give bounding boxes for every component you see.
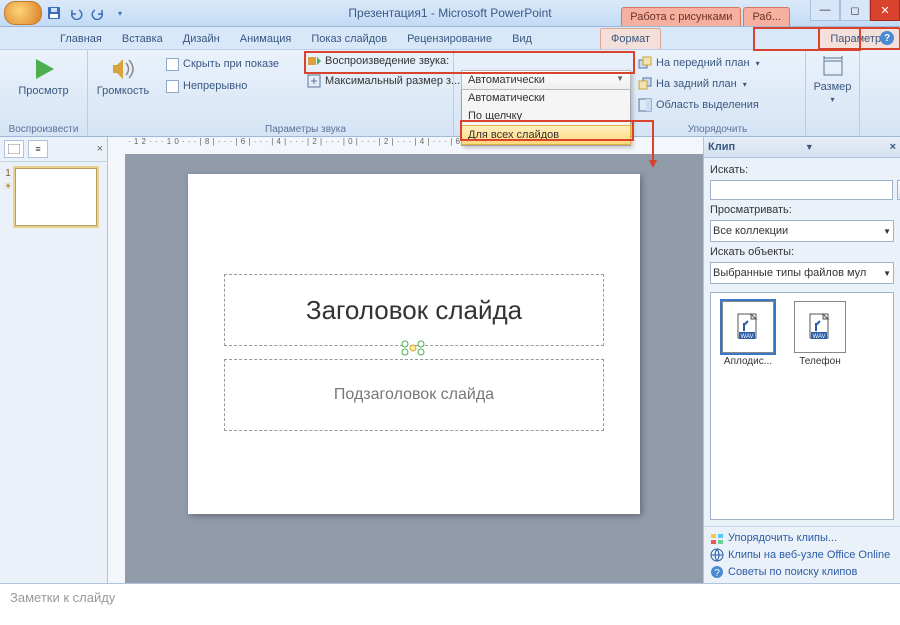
tab-slideshow[interactable]: Показ слайдов: [301, 29, 397, 49]
context-tab-group: Работа с рисунками Раб...: [621, 0, 790, 26]
ribbon: Просмотр Воспроизвести Громкость Скрыть …: [0, 50, 900, 137]
max-size-label: Максимальный размер з...: [325, 75, 460, 87]
group-sound-options: Скрыть при показе Непрерывно Параметры з…: [158, 50, 454, 136]
max-size-icon: [307, 74, 321, 88]
ribbon-tabs: Главная Вставка Дизайн Анимация Показ сл…: [0, 27, 900, 50]
help-small-icon: ?: [710, 565, 724, 579]
tab-animation[interactable]: Анимация: [230, 29, 302, 49]
preview-button[interactable]: Просмотр: [6, 52, 81, 100]
sound-play-icon: [307, 54, 321, 68]
svg-text:WAV: WAV: [741, 334, 754, 340]
sound-playback-dropdown: Автоматически▼ Автоматически По щелчку Д…: [461, 70, 631, 146]
tab-home[interactable]: Главная: [50, 29, 112, 49]
editor-area: ·12···10···|8|···|6|···|4|···|2|···|0|··…: [108, 137, 703, 583]
search-label: Искать:: [710, 164, 894, 176]
workspace: ≡ × 1 ☀ ·12···10···|8|···|6|···|4|···|2|…: [0, 137, 900, 583]
pane-header: Клип ▼ ×: [704, 137, 900, 158]
dropdown-selected[interactable]: Автоматически▼: [461, 70, 631, 90]
qat-more-button[interactable]: ▾: [110, 3, 130, 23]
size-icon: [821, 55, 845, 79]
group-play: Просмотр Воспроизвести: [0, 50, 88, 136]
window-buttons: — ◻ ✕: [810, 0, 900, 21]
context-tab-other[interactable]: Раб...: [743, 7, 790, 26]
office-button[interactable]: [4, 1, 42, 25]
maximize-button[interactable]: ◻: [840, 0, 870, 21]
view-select[interactable]: Все коллекции▼: [710, 220, 894, 242]
thumb-preview: [15, 168, 97, 226]
send-back-icon: [638, 77, 652, 91]
minimize-button[interactable]: —: [810, 0, 840, 21]
tab-format[interactable]: Формат: [600, 28, 661, 49]
speaker-icon: [109, 55, 137, 83]
context-tab-pictures[interactable]: Работа с рисунками: [621, 7, 741, 26]
thumb-number: 1: [5, 168, 11, 179]
tab-review[interactable]: Рецензирование: [397, 29, 502, 49]
bring-front-button[interactable]: На передний план▾: [636, 53, 799, 73]
dropdown-option-auto[interactable]: Автоматически: [462, 89, 630, 107]
pane-menu-icon[interactable]: ▼: [805, 142, 814, 152]
pane-links: Упорядочить клипы... Клипы на веб-узле O…: [704, 526, 900, 583]
thumb-sound-icon: ☀: [4, 181, 12, 192]
sound-playback-label: Воспроизведение звука:: [325, 55, 449, 67]
checkbox-icon: [166, 80, 179, 93]
group-arrange: На передний план▾ На задний план▾ Област…: [630, 50, 806, 136]
office-online-link[interactable]: Клипы на веб-узле Office Online: [710, 548, 894, 562]
selection-pane-icon: [638, 98, 652, 112]
subtitle-placeholder[interactable]: Подзаголовок слайда: [224, 359, 604, 431]
view-label: Просматривать:: [710, 204, 894, 216]
tab-insert[interactable]: Вставка: [112, 29, 173, 49]
outline-tab[interactable]: ≡: [28, 140, 48, 158]
group-volume: Громкость: [88, 50, 158, 136]
quick-access-toolbar: ▾: [0, 1, 130, 25]
wav-icon: WAV: [808, 313, 832, 341]
slides-panel-close[interactable]: ×: [97, 143, 103, 155]
help-icon[interactable]: ?: [880, 31, 894, 45]
size-button[interactable]: Размер ▾: [812, 52, 853, 107]
group-size: Размер ▾: [806, 50, 860, 136]
svg-text:?: ?: [714, 568, 720, 579]
notes-pane[interactable]: Заметки к слайду: [0, 583, 900, 625]
clip-art-pane: Клип ▼ × Искать: Начать Просматривать: В…: [703, 137, 900, 583]
dropdown-option-click[interactable]: По щелчку: [462, 107, 630, 125]
type-select[interactable]: Выбранные типы файлов мул▼: [710, 262, 894, 284]
volume-button[interactable]: Громкость: [94, 52, 152, 100]
clip-item[interactable]: WAV Телефон: [791, 301, 849, 367]
slide-thumbnail[interactable]: 1 ☀: [4, 168, 103, 226]
slides-panel: ≡ × 1 ☀: [0, 137, 108, 583]
slides-panel-tabs: ≡ ×: [0, 137, 107, 162]
window-title: Презентация1 - Microsoft PowerPoint: [348, 6, 551, 20]
selection-pane-button[interactable]: Область выделения: [636, 95, 799, 115]
type-label: Искать объекты:: [710, 246, 894, 258]
pane-close-button[interactable]: ×: [890, 141, 896, 153]
tab-design[interactable]: Дизайн: [173, 29, 230, 49]
pane-body: Искать: Начать Просматривать: Все коллек…: [704, 158, 900, 526]
bring-front-icon: [638, 56, 652, 70]
organize-clips-link[interactable]: Упорядочить клипы...: [710, 531, 894, 545]
checkbox-icon: [166, 58, 179, 71]
dropdown-option-allslides[interactable]: Для всех слайдов: [461, 125, 631, 145]
svg-text:WAV: WAV: [813, 334, 826, 340]
close-button[interactable]: ✕: [870, 0, 900, 21]
search-tips-link[interactable]: ?Советы по поиску клипов: [710, 565, 894, 579]
title-placeholder[interactable]: Заголовок слайда: [224, 274, 604, 346]
tab-view[interactable]: Вид: [502, 29, 542, 49]
play-icon: [30, 55, 58, 83]
results-list: WAV Аплодис... WAV Телефон: [710, 292, 894, 520]
search-input[interactable]: [710, 180, 893, 200]
sound-object[interactable]: [400, 339, 426, 357]
title-bar: ▾ Презентация1 - Microsoft PowerPoint Ра…: [0, 0, 900, 27]
globe-icon: [710, 548, 724, 562]
save-button[interactable]: [44, 3, 64, 23]
redo-button[interactable]: [88, 3, 108, 23]
clip-item[interactable]: WAV Аплодис...: [719, 301, 777, 367]
slides-tab[interactable]: [4, 140, 24, 158]
slide[interactable]: Заголовок слайда Подзаголовок слайда: [188, 174, 640, 514]
organize-icon: [710, 531, 724, 545]
wav-icon: WAV: [736, 313, 760, 341]
undo-button[interactable]: [66, 3, 86, 23]
send-back-button[interactable]: На задний план▾: [636, 74, 799, 94]
ruler-vertical: [108, 154, 126, 583]
canvas[interactable]: Заголовок слайда Подзаголовок слайда: [125, 154, 703, 583]
